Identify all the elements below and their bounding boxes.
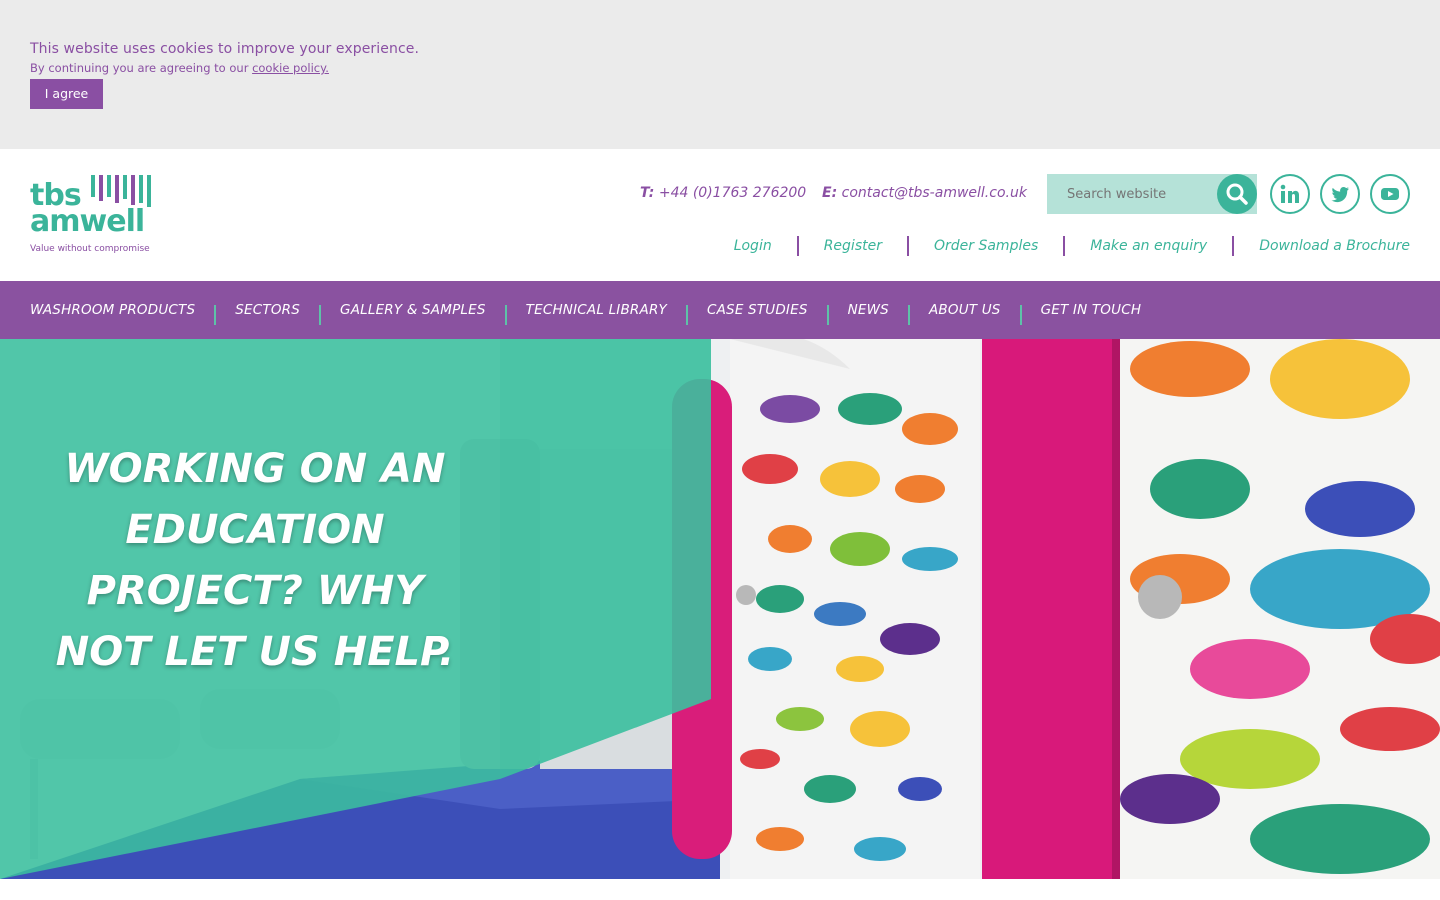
cookie-subtext: By continuing you are agreeing to our co…: [30, 61, 329, 75]
twitter-button[interactable]: [1320, 174, 1360, 214]
utility-links: Login Register Order Samples Make an enq…: [734, 236, 1410, 256]
linkedin-icon: [1280, 184, 1299, 203]
logo-text-amwell: amwell: [30, 204, 145, 239]
login-link[interactable]: Login: [734, 238, 772, 254]
search-box: [1047, 174, 1257, 214]
cookie-policy-link[interactable]: cookie policy.: [252, 61, 329, 75]
nav-news[interactable]: NEWS: [848, 302, 889, 318]
cookie-banner: This website uses cookies to improve you…: [0, 0, 1440, 149]
twitter-icon: [1331, 187, 1349, 203]
email-address: contact@tbs-amwell.co.uk: [841, 185, 1027, 201]
search-button[interactable]: [1217, 174, 1257, 214]
logo-bars-icon: [91, 175, 153, 207]
cookie-subtext-prefix: By continuing you are agreeing to our: [30, 61, 253, 75]
logo-tagline: Value without compromise: [30, 244, 150, 254]
hero-title: WORKING ON AN EDUCATION PROJECT? WHY NOT…: [55, 446, 455, 675]
email-prefix: E:: [822, 185, 838, 201]
nav-about-us[interactable]: ABOUT US: [929, 302, 1001, 318]
site-logo[interactable]: tbs amwell Value without compromise: [30, 173, 160, 259]
nav-divider: [504, 305, 507, 325]
download-brochure-link[interactable]: Download a Brochure: [1259, 238, 1410, 254]
nav-washroom-products[interactable]: WASHROOM PRODUCTS: [30, 302, 195, 318]
register-link[interactable]: Register: [824, 238, 882, 254]
nav-divider: [319, 305, 322, 325]
hero-banner: WORKING ON AN EDUCATION PROJECT? WHY NOT…: [0, 339, 1440, 879]
nav-divider: [685, 305, 688, 325]
nav-divider: [214, 305, 217, 325]
youtube-button[interactable]: [1370, 174, 1410, 214]
search-input[interactable]: [1047, 174, 1217, 214]
phone-prefix: T:: [640, 185, 655, 201]
order-samples-link[interactable]: Order Samples: [934, 238, 1038, 254]
site-header: tbs amwell Value without compromise T: +…: [0, 149, 1440, 281]
nav-gallery-samples[interactable]: GALLERY & SAMPLES: [340, 302, 486, 318]
linkedin-button[interactable]: [1270, 174, 1310, 214]
nav-case-studies[interactable]: CASE STUDIES: [707, 302, 808, 318]
main-nav: WASHROOM PRODUCTS SECTORS GALLERY & SAMP…: [0, 281, 1440, 339]
nav-divider: [826, 305, 829, 325]
divider: [1232, 236, 1235, 256]
nav-divider: [1019, 305, 1022, 325]
divider: [1063, 236, 1066, 256]
email-contact[interactable]: E: contact@tbs-amwell.co.uk: [822, 185, 1027, 201]
make-enquiry-link[interactable]: Make an enquiry: [1090, 238, 1207, 254]
nav-get-in-touch[interactable]: GET IN TOUCH: [1041, 302, 1142, 318]
divider: [906, 236, 909, 256]
nav-technical-library[interactable]: TECHNICAL LIBRARY: [526, 302, 667, 318]
youtube-icon: [1381, 188, 1399, 200]
phone-contact[interactable]: T: +44 (0)1763 276200: [640, 185, 806, 201]
cookie-agree-button[interactable]: I agree: [30, 79, 103, 109]
divider: [796, 236, 799, 256]
nav-sectors[interactable]: SECTORS: [235, 302, 300, 318]
nav-divider: [907, 305, 910, 325]
cookie-message: This website uses cookies to improve you…: [30, 41, 420, 57]
phone-number: +44 (0)1763 276200: [658, 185, 807, 201]
search-icon: [1226, 183, 1248, 205]
